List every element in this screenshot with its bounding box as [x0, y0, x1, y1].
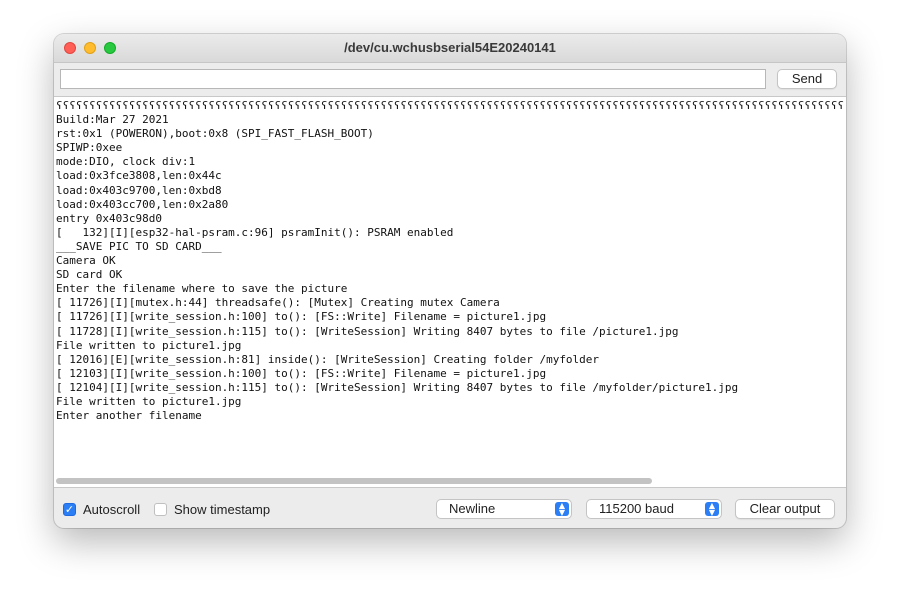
autoscroll-checkbox[interactable]: ✓	[63, 503, 76, 516]
horizontal-scrollbar[interactable]	[56, 478, 652, 484]
line-ending-value: Newline	[449, 501, 496, 516]
output-line: [ 132][I][esp32-hal-psram.c:96] psramIni…	[56, 225, 454, 239]
baud-rate-select[interactable]: 115200 baud ▲ ▼	[586, 499, 722, 519]
title-bar: /dev/cu.wchusbserial54E20240141	[54, 34, 846, 63]
output-line: load:0x3fce3808,len:0x44c	[56, 169, 222, 183]
output-line: Enter another filename	[56, 409, 202, 423]
output-line: ___SAVE PIC TO SD CARD___	[56, 239, 222, 253]
autoscroll-label: Autoscroll	[83, 502, 141, 517]
output-line: Build:Mar 27 2021	[56, 113, 169, 127]
output-line: load:0x403c9700,len:0xbd8	[56, 183, 222, 197]
output-line: [ 11726][I][write_session.h:100] to(): […	[56, 310, 547, 324]
show-timestamp-label: Show timestamp	[174, 502, 271, 517]
output-line: File written to picture1.jpg	[56, 394, 242, 408]
show-timestamp-checkbox[interactable]	[154, 503, 167, 516]
line-ending-select[interactable]: Newline ▲ ▼	[436, 499, 572, 519]
serial-input-field[interactable]	[60, 69, 766, 89]
output-line: load:0x403cc700,len:0x2a80	[56, 197, 229, 211]
output-line: ʕʕʕʕʕʕʕʕʕʕʕʕʕʕʕʕʕʕʕʕʕʕʕʕʕʕʕʕʕʕʕʕʕʕʕʕʕʕʕʕ…	[56, 99, 844, 112]
output-line: Camera OK	[56, 254, 116, 268]
window-title: /dev/cu.wchusbserial54E20240141	[344, 40, 556, 55]
output-line: SD card OK	[56, 268, 123, 282]
output-line: mode:DIO, clock div:1	[56, 155, 196, 169]
clear-output-button[interactable]: Clear output	[735, 499, 835, 519]
output-line: [ 12103][I][write_session.h:100] to(): […	[56, 366, 547, 380]
output-line: Enter the filename where to save the pic…	[56, 282, 348, 296]
output-line: [ 11726][I][mutex.h:44] threadsafe(): [M…	[56, 296, 500, 310]
bottom-toolbar: ✓ Autoscroll Show timestamp Newline ▲ ▼ 1…	[54, 488, 846, 528]
output-line: [ 11728][I][write_session.h:115] to(): […	[56, 324, 679, 338]
output-line: [ 12016][E][write_session.h:81] inside()…	[56, 352, 600, 366]
output-lines: ʕʕʕʕʕʕʕʕʕʕʕʕʕʕʕʕʕʕʕʕʕʕʕʕʕʕʕʕʕʕʕʕʕʕʕʕʕʕʕʕ…	[56, 99, 844, 423]
updown-chevron-icon: ▲ ▼	[555, 502, 569, 517]
output-line: entry 0x403c98d0	[56, 211, 162, 225]
baud-rate-value: 115200 baud	[599, 501, 674, 516]
output-line: [ 12104][I][write_session.h:115] to(): […	[56, 380, 739, 394]
output-line: rst:0x1 (POWERON),boot:0x8 (SPI_FAST_FLA…	[56, 127, 374, 141]
output-line: SPIWP:0xee	[56, 141, 123, 155]
serial-monitor-window: /dev/cu.wchusbserial54E20240141 Send ʕʕʕ…	[54, 34, 846, 528]
send-button[interactable]: Send	[777, 69, 837, 89]
send-row: Send	[54, 62, 846, 96]
output-line: File written to picture1.jpg	[56, 338, 242, 352]
serial-output-area[interactable]: ʕʕʕʕʕʕʕʕʕʕʕʕʕʕʕʕʕʕʕʕʕʕʕʕʕʕʕʕʕʕʕʕʕʕʕʕʕʕʕʕ…	[54, 96, 846, 488]
updown-chevron-icon: ▲ ▼	[705, 502, 719, 517]
